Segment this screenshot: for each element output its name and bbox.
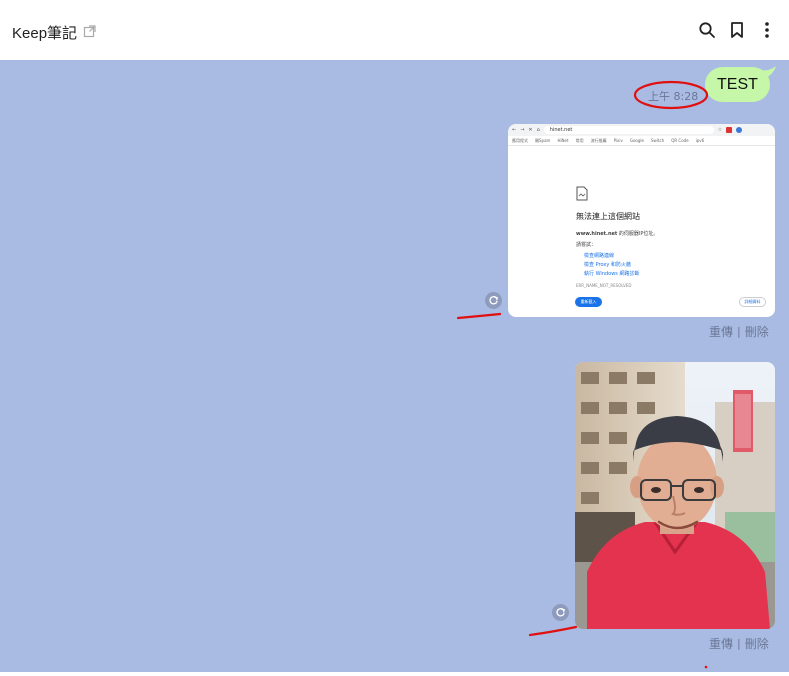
resend-button[interactable]: 重傳 (709, 323, 733, 340)
suggestion-item: 執行 Windows 網路診斷 (584, 271, 640, 277)
bookmark-item: 流行推薦 (590, 137, 607, 143)
home-icon: ⌂ (536, 127, 540, 133)
action-separator: | (737, 637, 741, 650)
search-icon[interactable] (697, 20, 717, 40)
error-host: www.hinet.net (576, 231, 618, 237)
bookmark-item: 開Spam (535, 137, 551, 143)
header-actions (697, 20, 777, 40)
error-message-text: 的伺服器IP位址。 (618, 231, 659, 237)
delete-button[interactable]: 刪除 (745, 323, 769, 340)
profile-icon (736, 127, 743, 133)
selfie-photo-message[interactable] (575, 362, 775, 629)
bookmark-item: ipv6 (695, 138, 705, 143)
title-area: Keep筆記 (12, 22, 97, 43)
external-link-icon[interactable] (83, 23, 97, 42)
browser-url: hinet.net (543, 126, 714, 134)
selfie-photo (575, 362, 775, 629)
chat-area[interactable]: TEST 上午 8:28 ← → ✕ ⌂ hinet.net ☆ 應用程式 開S… (0, 60, 789, 672)
message-time: 上午 8:28 (648, 90, 699, 103)
suggestion-item: 檢查 Proxy 和防火牆 (584, 262, 631, 268)
broken-page-icon (576, 186, 588, 201)
forward-icon: → (520, 127, 525, 133)
error-message: www.hinet.net 的伺服器IP位址。 (576, 230, 766, 237)
bookmark-item: QR Code (671, 138, 689, 143)
delete-button[interactable]: 刪除 (745, 635, 769, 652)
extension-icon (726, 127, 733, 133)
page-title: Keep筆記 (12, 25, 78, 42)
reload-button: 重新載入 (575, 297, 602, 307)
suggestion-item: 檢查網路連線 (584, 253, 615, 259)
details-button: 詳細資料 (739, 297, 766, 307)
back-icon: ← (512, 127, 517, 133)
close-icon: ✕ (528, 127, 533, 133)
suggestion-list: 檢查網路連線 檢查 Proxy 和防火牆 執行 Windows 網路診斷 (584, 252, 766, 277)
more-vertical-icon[interactable] (757, 20, 777, 40)
retry-icon[interactable] (552, 604, 569, 621)
action-separator: | (737, 325, 741, 338)
resend-button[interactable]: 重傳 (709, 635, 733, 652)
error-code: ERR_NAME_NOT_RESOLVED (576, 283, 632, 288)
bookmark-item: Google (629, 138, 644, 143)
bookmarks-bar: 應用程式 開Spam HiNet 常用 流行推薦 Pixiv Google Sw… (508, 136, 775, 146)
screenshot-image-message[interactable]: ← → ✕ ⌂ hinet.net ☆ 應用程式 開Spam HiNet 常用 … (508, 124, 775, 317)
bookmark-item: 常用 (575, 137, 584, 143)
screenshot-message-actions: 重傳 | 刪除 (709, 323, 769, 340)
bookmark-icon[interactable] (727, 20, 747, 40)
bookmark-item: Switch (650, 138, 665, 143)
browser-toolbar: ← → ✕ ⌂ hinet.net ☆ (508, 124, 775, 136)
photo-message-actions: 重傳 | 刪除 (709, 635, 769, 652)
bookmark-item: Pixiv (613, 138, 623, 143)
text-message-bubble[interactable]: TEST (705, 67, 770, 102)
bottom-strip (0, 672, 789, 676)
bookmark-item: HiNet (557, 138, 569, 143)
retry-icon[interactable] (485, 292, 502, 309)
bookmark-item: 應用程式 (512, 137, 528, 143)
browser-error-page: 無法連上這個網站 www.hinet.net 的伺服器IP位址。 請嘗試： 檢查… (576, 186, 766, 288)
star-icon: ☆ (717, 127, 723, 133)
error-title: 無法連上這個網站 (576, 212, 640, 221)
app-header: Keep筆記 (0, 0, 789, 60)
try-label: 請嘗試： (576, 242, 597, 248)
